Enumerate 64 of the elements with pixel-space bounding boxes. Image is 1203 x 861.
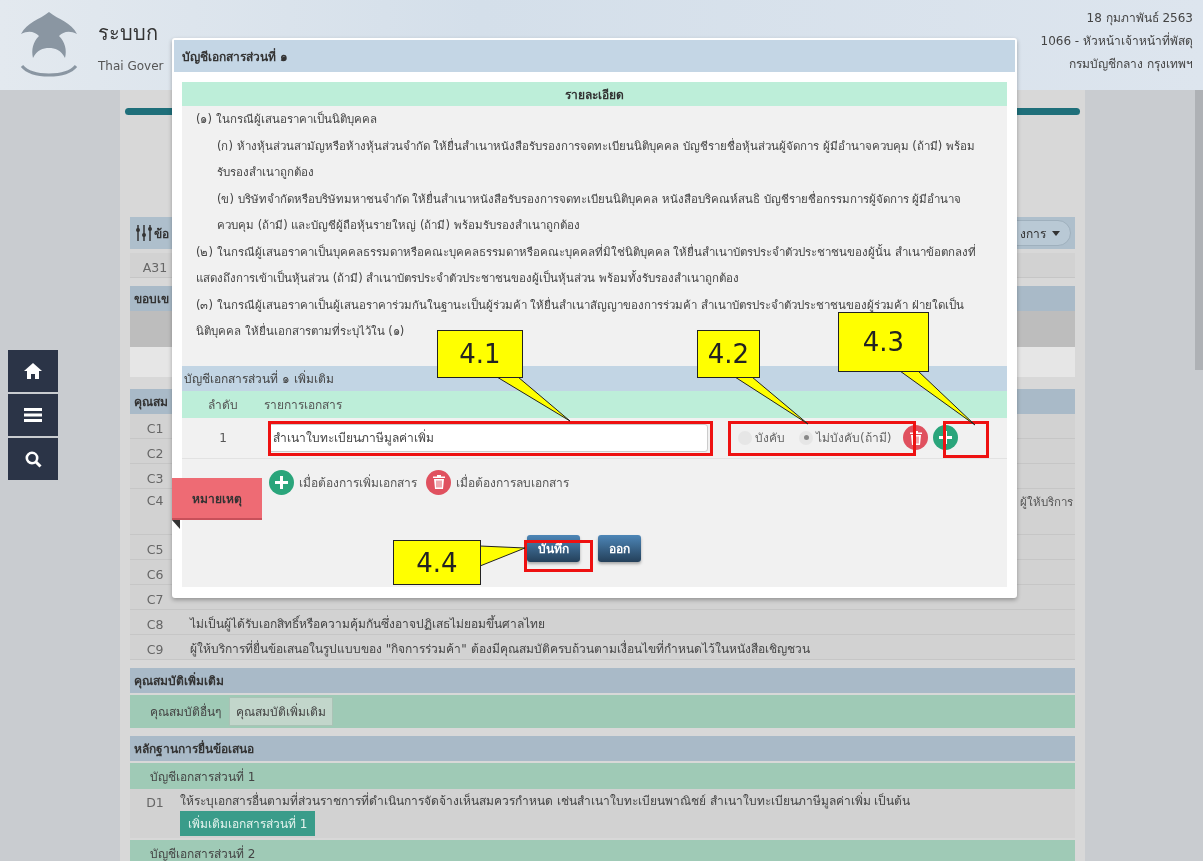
- highlight-frame: [943, 421, 989, 458]
- row-code: C2: [145, 444, 165, 461]
- panel-title: ข้อ: [154, 225, 169, 243]
- row-number: 1: [218, 430, 228, 445]
- dialog-title: บัญชีเอกสารส่วนที่ ๑: [174, 40, 1015, 72]
- callout-pointer: [480, 546, 525, 566]
- callout-label: 4.2: [697, 330, 760, 378]
- callout-label: 4.1: [437, 330, 523, 378]
- user-name: 1066 - หัวหน้าเจ้าหน้าที่พัสดุ: [1040, 31, 1193, 50]
- system-title: ระบบก: [98, 20, 159, 47]
- highlight-frame: [524, 540, 593, 572]
- detail-paragraph: (๒) ในกรณีผู้เสนอราคาเป็นบุคคลธรรมดาหรือคณะบุคคลธรรมดาหรือคณะบุคคลที่มิใช่นิติบุคคล ให้ยื่นสำเนาบัตรประจำตัวประชาชนของผู้นั้น สำเนาข้อตกลงที่แสดงถึงการเข้าเป็นหุ้นส่วน (ถ้ามี) สำเนาบัตรประจำตัวประชาชนของผู้เป็นหุ้นส่วน พร้อมทั้งรับรองสำเนาถูกต้อง: [196, 243, 977, 287]
- column-header: รายการเอกสาร: [264, 396, 342, 414]
- radio-option[interactable]: ไม่บังคับ(ถ้ามี): [799, 428, 892, 447]
- home-icon: [24, 363, 42, 379]
- row-code: C6: [145, 565, 165, 582]
- search-icon: [24, 450, 42, 468]
- system-subtitle: Thai Gover: [98, 59, 164, 73]
- row-code: C3: [145, 469, 165, 486]
- department-name: กรมบัญชีกลาง กรุงเทพฯ: [1069, 56, 1193, 73]
- add-qualification-button[interactable]: คุณสมบัติเพิ่มเติม: [229, 697, 333, 726]
- row-code: C1: [145, 419, 165, 436]
- row-code: C4: [145, 492, 165, 508]
- group-header: บัญชีเอกสารส่วนที่ 1: [130, 763, 1075, 789]
- detail-line: นิติบุคคล ให้ยื่นเอกสารตามที่ระบุไว้ใน (๑): [196, 322, 405, 340]
- document-input[interactable]: สำเนาใบทะเบียนภาษีมูลค่าเพิ่ม: [268, 423, 708, 452]
- callout-label: 4.3: [838, 312, 929, 372]
- plus-circle-icon: [269, 469, 294, 495]
- trash-circle-icon: [426, 469, 451, 495]
- menu-icon: [24, 408, 42, 422]
- detail-paragraph: (๑) ในกรณีผู้เสนอราคาเป็นนิติบุคคล: [196, 110, 378, 128]
- radio-option[interactable]: บังคับ: [738, 428, 785, 447]
- fold-icon: [172, 520, 180, 529]
- detail-paragraph: (ก) ห้างหุ้นส่วนสามัญหรือห้างหุ้นส่วนจำกัด ให้ยื่นสำเนาหนังสือรับรองการจดทะเบียนนิติบุคคล บัญชีรายชื่อหุ้นส่วนผู้จัดการ ผู้มีอำนาจควบคุม (ถ้ามี) พร้อมรับรองสำเนาถูกต้อง: [216, 137, 976, 181]
- row-text: ผู้ให้บริการที่ยื่นข้อเสนอในรูปแบบของ "กิจการร่วมค้า" ต้องมีคุณสมบัติครบถ้วนตามเงื่อนไขที่กำหนดไว้ในหนังสือเชิญชวน: [190, 639, 810, 658]
- row-code: A31: [141, 258, 169, 275]
- detail-paragraph: (ข) บริษัทจำกัดหรือบริษัทมหาชนจำกัด ให้ยื่นสำเนาหนังสือรับรองการจดทะเบียนนิติบุคคล หนังสือบริคณห์สนธิ บัญชีรายชื่อกรรมการผู้จัดการ ผู้มีอำนาจควบคุม (ถ้ามี) และบัญชีผู้ถือหุ้นรายใหญ่ (ถ้ามี) พร้อมรับรองสำเนาถูกต้อง: [216, 190, 963, 234]
- row-code: C8: [145, 615, 165, 632]
- section-header: หลักฐานการยื่นข้อเสนอ: [130, 736, 1075, 761]
- caret-icon: [1052, 230, 1060, 236]
- legend-text: เมื่อต้องการเพิ่มเอกสาร: [299, 473, 417, 492]
- row-code: D1: [145, 794, 165, 812]
- row-code: C5: [145, 540, 165, 557]
- group-header: บัญชีเอกสารส่วนที่ 2: [130, 840, 1075, 861]
- row-text: ให้ระบุเอกสารอื่นตามที่ส่วนราชการที่ดำเนินการจัดจ้างเห็นสมควรกำหนด เช่นสำเนาใบทะเบียนพาณิชย์ สำเนาใบทะเบียนภาษีมูลค่าเพิ่ม เป็นต้น: [180, 791, 911, 810]
- trash-icon: [909, 430, 922, 445]
- section-header: คุณสมบัติเพิ่มเติม: [130, 668, 1075, 693]
- exit-button[interactable]: ออก: [598, 534, 641, 562]
- column-header: ลำดับ: [207, 396, 239, 414]
- details-heading: รายละเอียด: [182, 82, 1007, 106]
- callout-label: 4.4: [393, 540, 481, 585]
- side-nav-button[interactable]: [8, 438, 58, 480]
- sliders-icon: [136, 225, 152, 241]
- side-nav-button[interactable]: [8, 394, 58, 436]
- row-code: C9: [145, 640, 165, 657]
- header-date: 18 กุมภาพันธ์ 2563: [1086, 10, 1193, 27]
- row-text: ผู้ให้บริการ: [1020, 494, 1074, 511]
- side-nav-button[interactable]: [8, 350, 58, 392]
- legend-text: เมื่อต้องการลบเอกสาร: [456, 473, 569, 492]
- scrollbar[interactable]: [1195, 90, 1203, 370]
- row-text: ไม่เป็นผู้ได้รับเอกสิทธิ์หรือความคุ้มกันซึ่งอาจปฏิเสธไม่ยอมขึ้นศาลไทย: [190, 614, 545, 633]
- option-label: คุณสมบัติอื่นๆ: [150, 702, 221, 721]
- detail-line: (๓) ในกรณีผู้เสนอราคาเป็นผู้เสนอราคาร่วมกันในฐานะเป็นผู้ร่วมค้า ให้ยื่นสำเนาสัญญาของการร่วมค้า สำเนาบัตรประจำตัวประชาชนของผู้ร่วมค้า ฝ่ายใดเป็น: [196, 296, 964, 314]
- row-code: C7: [145, 590, 165, 607]
